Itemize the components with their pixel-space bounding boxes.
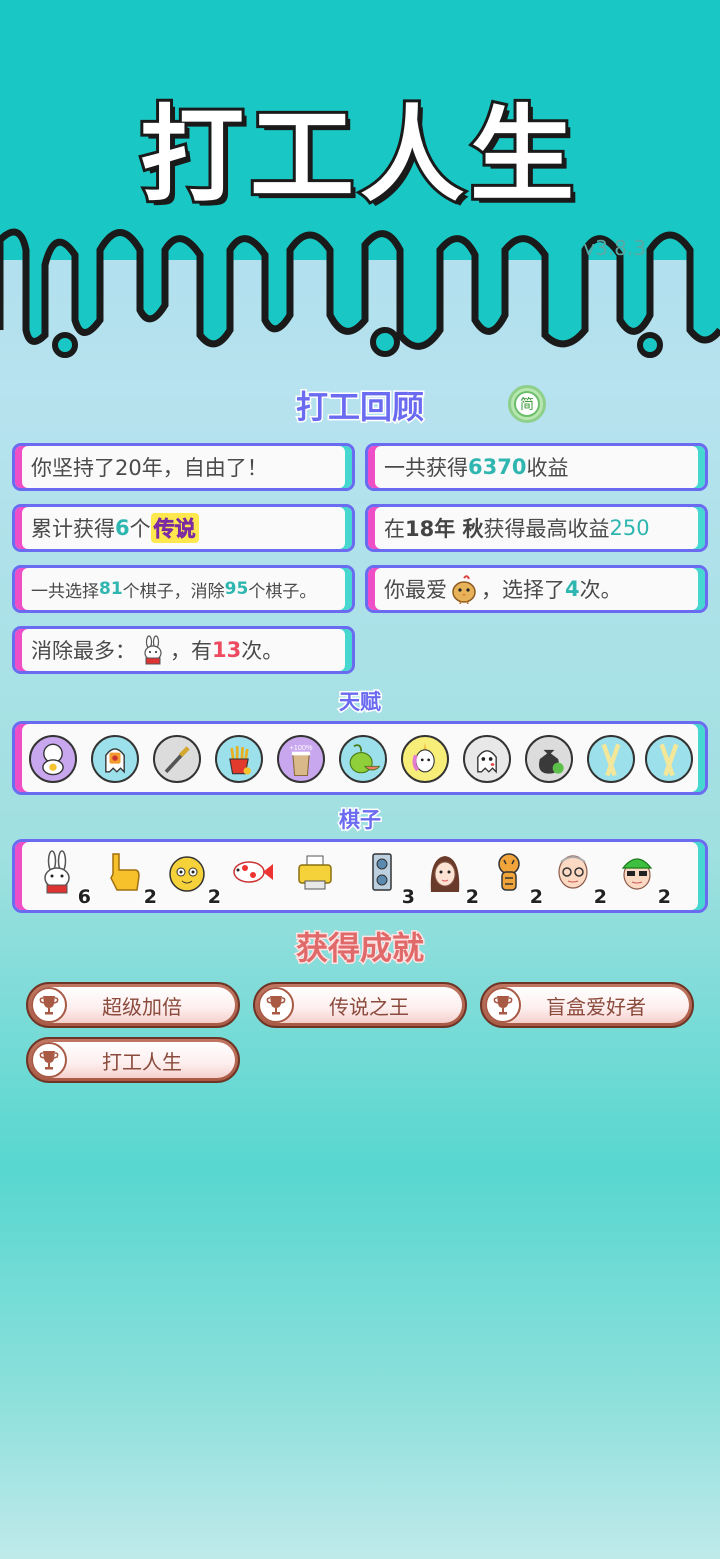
cup-100-icon[interactable]: +100% [277, 735, 325, 783]
review-card-favorite: 你最爱 ，选择了 4 次。 [365, 565, 708, 613]
review-card-max-income: 在 18年 秋 获得最高收益 250 [365, 504, 708, 552]
piece-pointer-hand[interactable]: 2 [99, 848, 159, 910]
trophy-icon [31, 1042, 67, 1078]
piece-koi-fish[interactable] [227, 848, 283, 908]
pointer-hand-icon [110, 853, 140, 891]
pieces-strip: 6 2 2 3 2 2 2 2 [12, 839, 708, 913]
piece-rabbit[interactable]: 6 [33, 848, 93, 910]
rice-egg-icon[interactable] [29, 735, 77, 783]
review-card-most-removed: 消除最多： ，有 13 次。 [12, 626, 355, 674]
old-man-icon [558, 855, 588, 889]
achievement-badge[interactable]: 传说之王 [253, 982, 467, 1028]
robot-ghost-icon[interactable] [91, 735, 139, 783]
achievement-badge[interactable]: 超级加倍 [26, 982, 240, 1028]
unicorn-icon[interactable] [401, 735, 449, 783]
koi-fish-icon [233, 861, 273, 883]
review-card-years: 你坚持了20年，自由了！ [12, 443, 355, 491]
simplified-toggle-button[interactable]: 简 [508, 385, 546, 423]
talents-strip: +100% [12, 721, 708, 795]
girl-icon [430, 856, 460, 892]
review-title: 打工回顾 [294, 387, 425, 428]
review-card-legend: 累计获得 6 个传说 [12, 504, 355, 552]
achievement-badge[interactable]: 打工人生 [26, 1037, 240, 1083]
simplified-toggle-label: 简 [514, 391, 540, 417]
ghost-icon[interactable] [463, 735, 511, 783]
trash-bag-icon[interactable] [525, 735, 573, 783]
piece-graphics-card[interactable]: 3 [357, 848, 417, 910]
trophy-icon [485, 987, 521, 1023]
trophy-icon [31, 987, 67, 1023]
bamboo-icon[interactable] [645, 735, 693, 783]
fries-icon[interactable] [215, 735, 263, 783]
version-label: v3.8.3 [583, 236, 646, 260]
bamboo-icon[interactable] [587, 735, 635, 783]
rabbit-icon [144, 635, 162, 665]
svg-text:+100%: +100% [289, 743, 313, 752]
piece-yellow-face[interactable]: 2 [163, 848, 223, 910]
review-card-total-income: 一共获得 6370 收益 [365, 443, 708, 491]
tiger-icon [498, 853, 520, 891]
rabbit-icon [44, 850, 70, 894]
trophy-icon [258, 987, 294, 1023]
piece-green-hat-man[interactable]: 2 [613, 848, 673, 910]
printer-icon [298, 855, 332, 890]
piece-girl[interactable]: 2 [421, 848, 481, 910]
achievement-badge[interactable]: 盲盒爱好者 [480, 982, 694, 1028]
piece-old-man[interactable]: 2 [549, 848, 609, 910]
yellow-face-icon [169, 856, 205, 892]
chopstick-icon[interactable] [153, 735, 201, 783]
piece-printer[interactable] [291, 848, 347, 908]
talents-title: 天赋 [338, 689, 383, 716]
pomelo-icon[interactable] [339, 735, 387, 783]
app-title: 打工人生 [137, 91, 580, 219]
achievements-title: 获得成就 [294, 928, 425, 969]
chick-icon [452, 575, 476, 604]
legend-tag: 传说 [150, 513, 199, 543]
green-hat-man-icon [621, 858, 653, 890]
review-card-pieces: 一共选择 81 个棋子，消除 95 个棋子。 [12, 565, 355, 613]
graphics-card-icon [372, 853, 392, 891]
pieces-title: 棋子 [338, 807, 383, 834]
piece-tiger[interactable]: 2 [485, 848, 545, 910]
